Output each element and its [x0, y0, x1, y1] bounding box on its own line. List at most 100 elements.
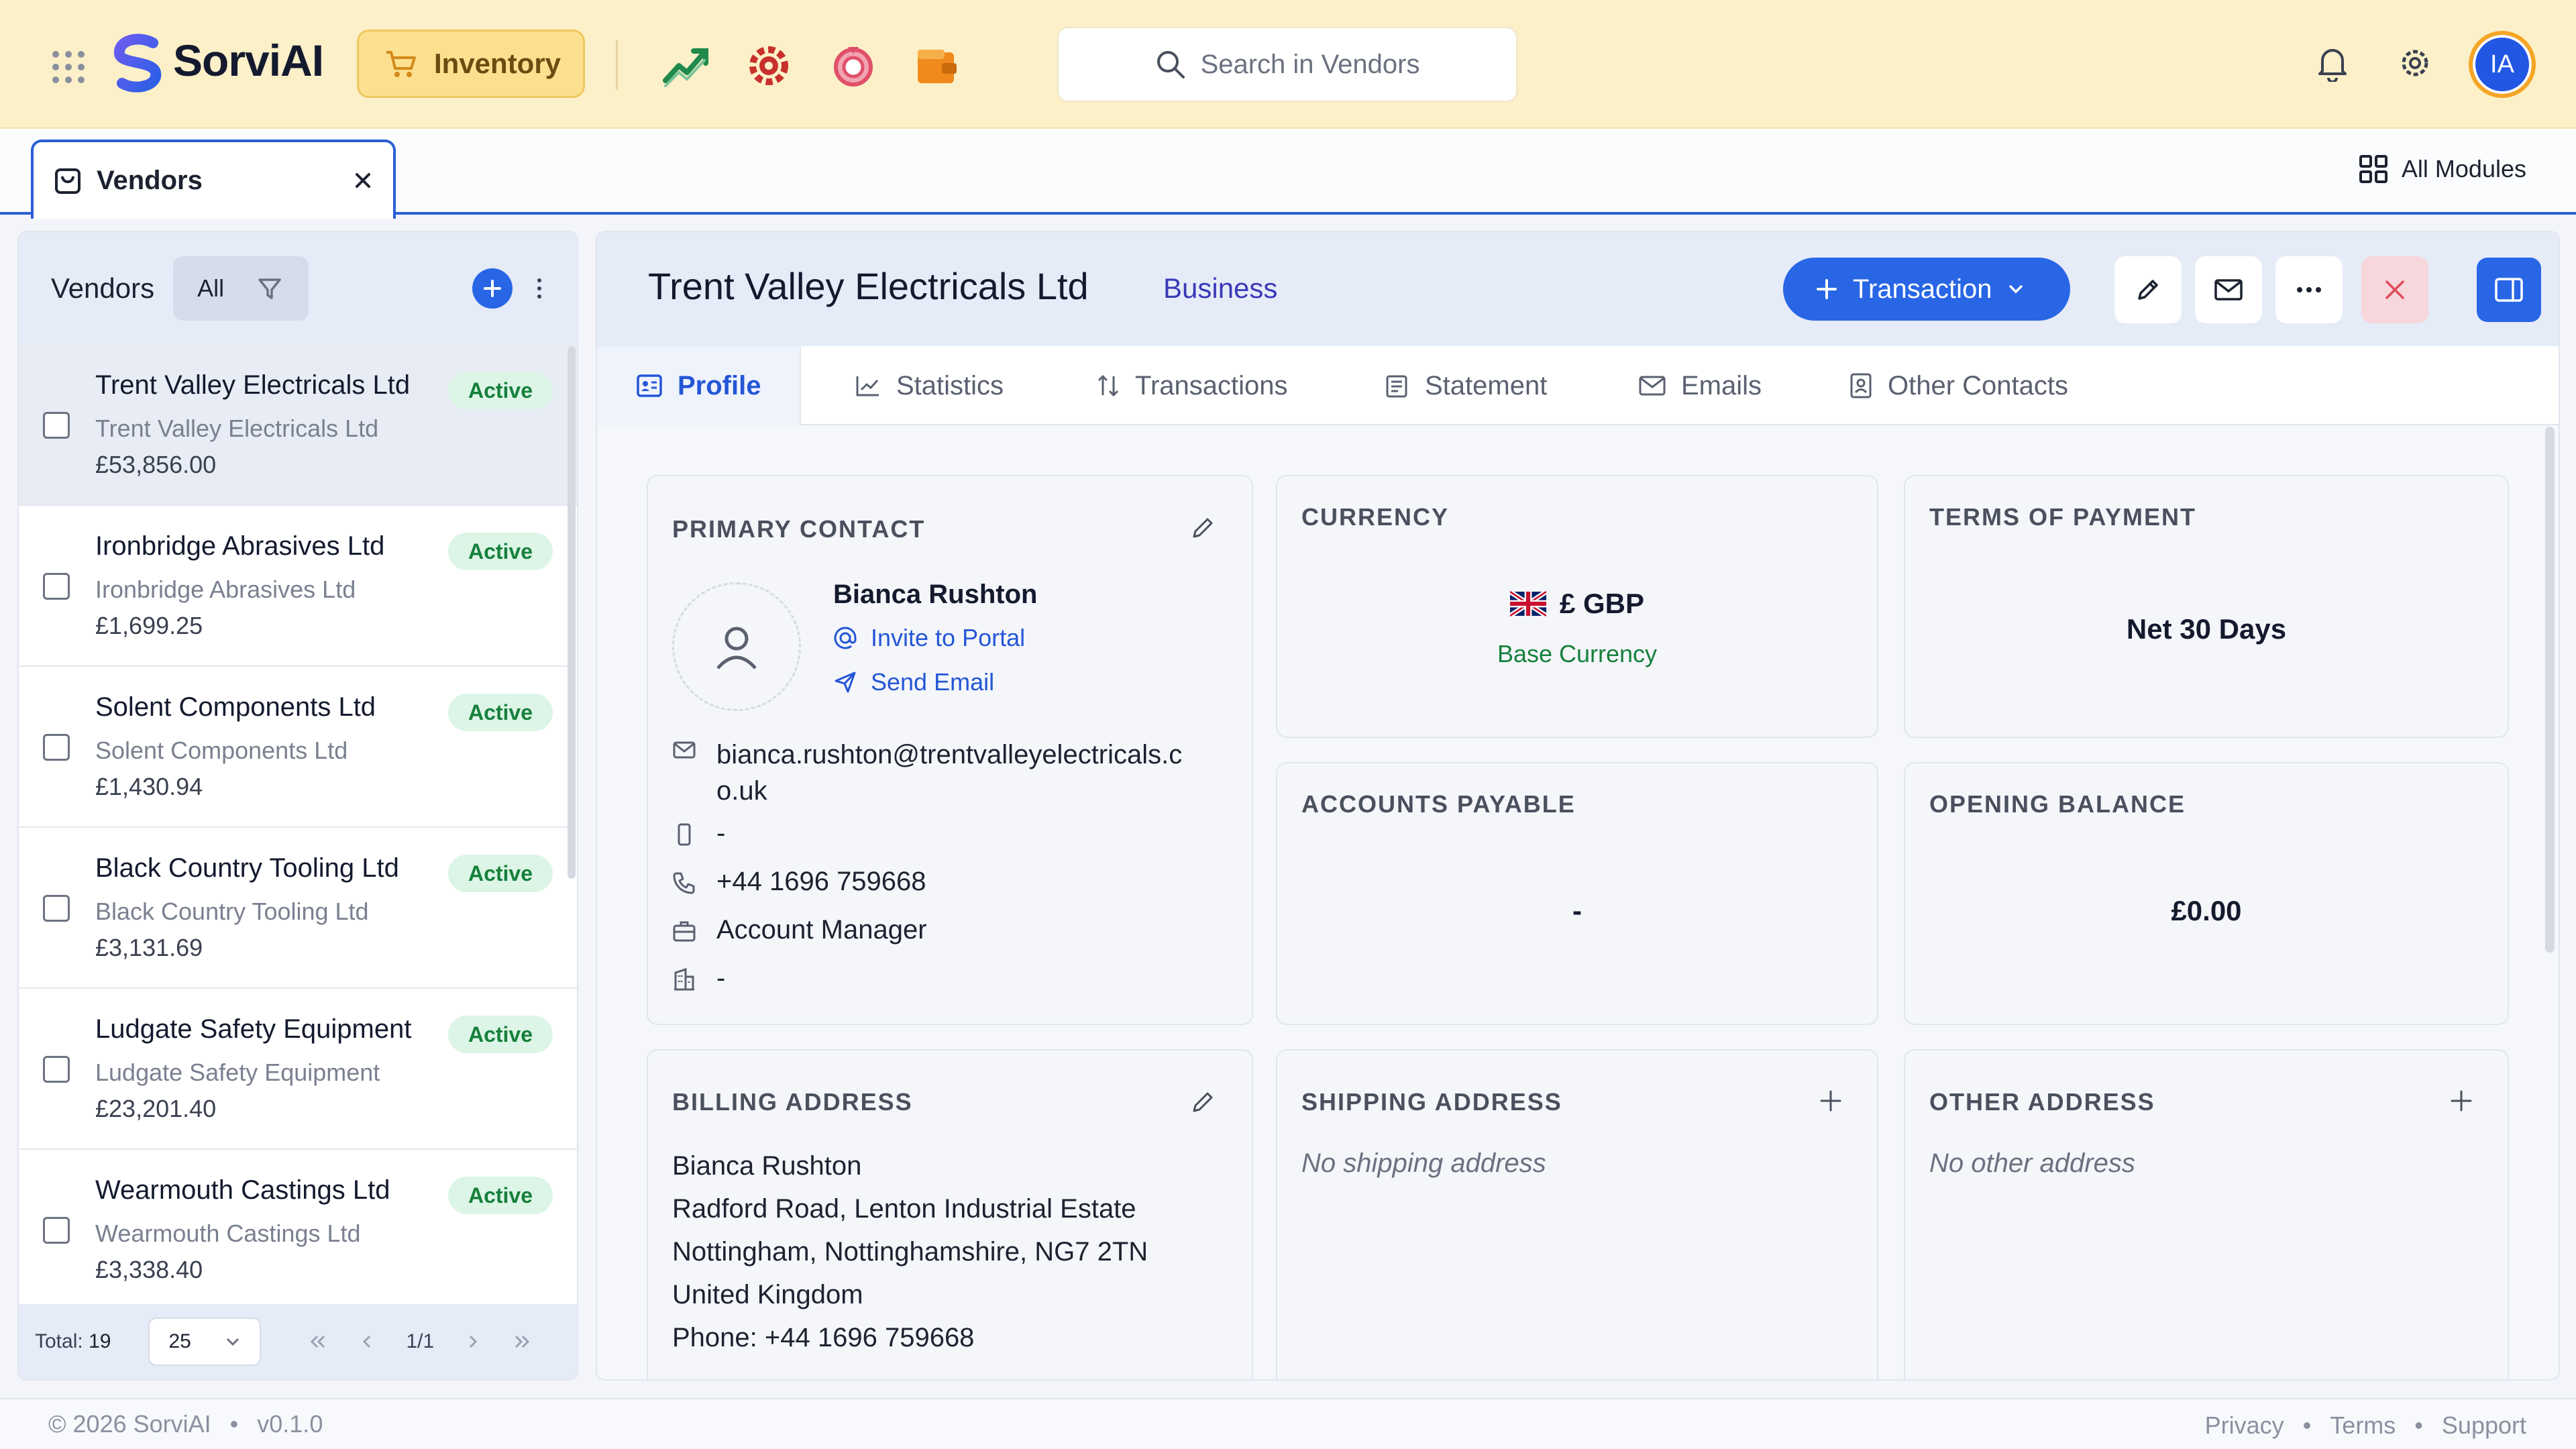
vendor-name: Black Country Tooling Ltd	[95, 853, 399, 883]
search-input[interactable]: Search in Vendors	[1057, 27, 1517, 102]
filter-chip[interactable]: All	[173, 256, 309, 321]
invite-label: Invite to Portal	[871, 624, 1026, 651]
edit-billing-icon[interactable]	[1190, 1088, 1217, 1115]
edit-contact-icon[interactable]	[1190, 514, 1217, 541]
privacy-link[interactable]: Privacy	[2205, 1411, 2284, 1440]
vendor-row[interactable]: Ludgate Safety Equipment Ludgate Safety …	[19, 989, 577, 1150]
transaction-button[interactable]: Transaction	[1783, 258, 2070, 321]
last-page-icon[interactable]	[512, 1334, 532, 1350]
status-badge: Active	[447, 694, 553, 731]
prev-page-icon[interactable]	[360, 1334, 374, 1350]
detail-scrollbar[interactable]	[2545, 427, 2555, 953]
opening-balance-card: OPENING BALANCE £0.00	[1904, 762, 2509, 1025]
phone-icon	[673, 872, 695, 894]
tab-label: Emails	[1681, 370, 1762, 400]
edit-button[interactable]	[2114, 256, 2182, 323]
vendor-row[interactable]: Ironbridge Abrasives Ltd Ironbridge Abra…	[19, 506, 577, 667]
toggle-panel-button[interactable]	[2477, 258, 2541, 322]
vendor-amount: £3,338.40	[95, 1256, 203, 1283]
first-page-icon[interactable]	[308, 1334, 328, 1350]
tab-label: Statement	[1425, 370, 1548, 400]
list-scrollbar[interactable]	[568, 346, 576, 879]
tab-statistics[interactable]: Statistics	[855, 346, 1004, 425]
vendor-company: Ludgate Safety Equipment	[95, 1059, 380, 1086]
separator-dot: •	[229, 1410, 239, 1438]
vendor-name: Ironbridge Abrasives Ltd	[95, 531, 385, 561]
app-launcher-icon[interactable]	[52, 51, 85, 83]
vendor-row[interactable]: Wearmouth Castings Ltd Wearmouth Casting…	[19, 1150, 577, 1311]
module-switcher-button[interactable]: Inventory	[357, 30, 585, 98]
send-email-link[interactable]: Send Email	[833, 668, 994, 696]
row-checkbox[interactable]	[43, 1217, 70, 1244]
manufacturing-gear-icon[interactable]	[743, 40, 794, 91]
close-vendor-button[interactable]	[2361, 256, 2428, 323]
tab-strip: Vendors All Modules	[0, 129, 2576, 219]
pencil-icon	[2138, 280, 2158, 300]
detail-tabs: Profile Statistics Transactions Statemen…	[597, 346, 2559, 425]
card-title: TERMS OF PAYMENT	[1929, 503, 2197, 531]
vendor-list-title: Vendors	[51, 272, 155, 304]
tab-profile[interactable]: Profile	[597, 346, 802, 425]
invite-portal-link[interactable]: Invite to Portal	[833, 624, 1025, 652]
profile-content: PRIMARY CONTACT Bianca Rushton Invite to…	[597, 425, 2559, 1379]
row-checkbox[interactable]	[43, 895, 70, 922]
per-page-select[interactable]: 25	[148, 1318, 262, 1366]
all-modules-button[interactable]: All Modules	[2359, 154, 2526, 184]
next-page-icon[interactable]	[466, 1334, 480, 1350]
transaction-label: Transaction	[1853, 274, 1992, 304]
email-button[interactable]	[2195, 256, 2262, 323]
support-badge-icon[interactable]	[828, 40, 879, 91]
contact-book-icon	[1850, 373, 1872, 398]
line-chart-icon	[856, 376, 879, 396]
user-avatar[interactable]: IA	[2469, 31, 2536, 98]
add-other-address-icon[interactable]	[2449, 1088, 2474, 1114]
vendor-type: Business	[1163, 272, 1278, 304]
bell-icon[interactable]	[2316, 44, 2349, 82]
vendor-company: Ironbridge Abrasives Ltd	[95, 576, 356, 603]
other-address-card: OTHER ADDRESS No other address	[1904, 1049, 2509, 1379]
tab-transactions[interactable]: Transactions	[1096, 346, 1288, 425]
vendor-row[interactable]: Trent Valley Electricals Ltd Trent Valle…	[19, 345, 577, 506]
add-vendor-button[interactable]	[472, 268, 513, 309]
briefcase-icon	[673, 921, 696, 942]
row-checkbox[interactable]	[43, 734, 70, 761]
shopping-bag-icon	[55, 168, 80, 194]
contact-phone[interactable]: +44 1696 759668	[716, 867, 926, 897]
close-tab-icon[interactable]	[353, 170, 373, 191]
more-actions-button[interactable]	[2275, 256, 2343, 323]
vendor-row[interactable]: Black Country Tooling Ltd Black Country …	[19, 828, 577, 989]
row-checkbox[interactable]	[43, 573, 70, 600]
row-checkbox[interactable]	[43, 1056, 70, 1083]
opening-balance-value: £0.00	[2171, 895, 2242, 926]
sales-chart-icon[interactable]	[660, 40, 711, 91]
settings-gear-icon[interactable]	[2396, 44, 2434, 82]
copyright: © 2026 SorviAI	[48, 1410, 211, 1438]
status-badge: Active	[447, 855, 553, 892]
tab-label: Other Contacts	[1888, 370, 2069, 400]
row-checkbox[interactable]	[43, 412, 70, 439]
contact-name: Bianca Rushton	[833, 580, 1038, 609]
tab-statement[interactable]: Statement	[1383, 346, 1547, 425]
contact-department-row: -	[672, 963, 725, 994]
tab-label: Profile	[678, 370, 761, 400]
contact-email[interactable]: bianca.rushton@trentvalleyelectricals.c o…	[716, 737, 1182, 809]
avatar-initials: IA	[2490, 50, 2514, 78]
tab-other-contacts[interactable]: Other Contacts	[1847, 346, 2068, 425]
other-empty: No other address	[1929, 1148, 2135, 1178]
card-title: BILLING ADDRESS	[672, 1088, 913, 1116]
per-page-value: 25	[168, 1330, 191, 1352]
shipping-address-card: SHIPPING ADDRESS No shipping address	[1276, 1049, 1878, 1379]
vendor-row[interactable]: Solent Components Ltd Solent Components …	[19, 667, 577, 828]
id-card-icon	[637, 374, 662, 397]
more-options-icon[interactable]	[534, 278, 545, 299]
card-title: OPENING BALANCE	[1929, 790, 2186, 818]
billing-line: Radford Road, Lenton Industrial Estate	[672, 1194, 1136, 1224]
wallet-icon[interactable]	[912, 40, 963, 91]
terms-link[interactable]: Terms	[2330, 1411, 2396, 1440]
send-icon	[835, 672, 856, 693]
tab-vendors[interactable]: Vendors	[31, 140, 396, 219]
support-link[interactable]: Support	[2442, 1411, 2526, 1440]
add-shipping-icon[interactable]	[1818, 1088, 1843, 1114]
statement-icon	[1386, 375, 1407, 398]
tab-emails[interactable]: Emails	[1638, 346, 1762, 425]
